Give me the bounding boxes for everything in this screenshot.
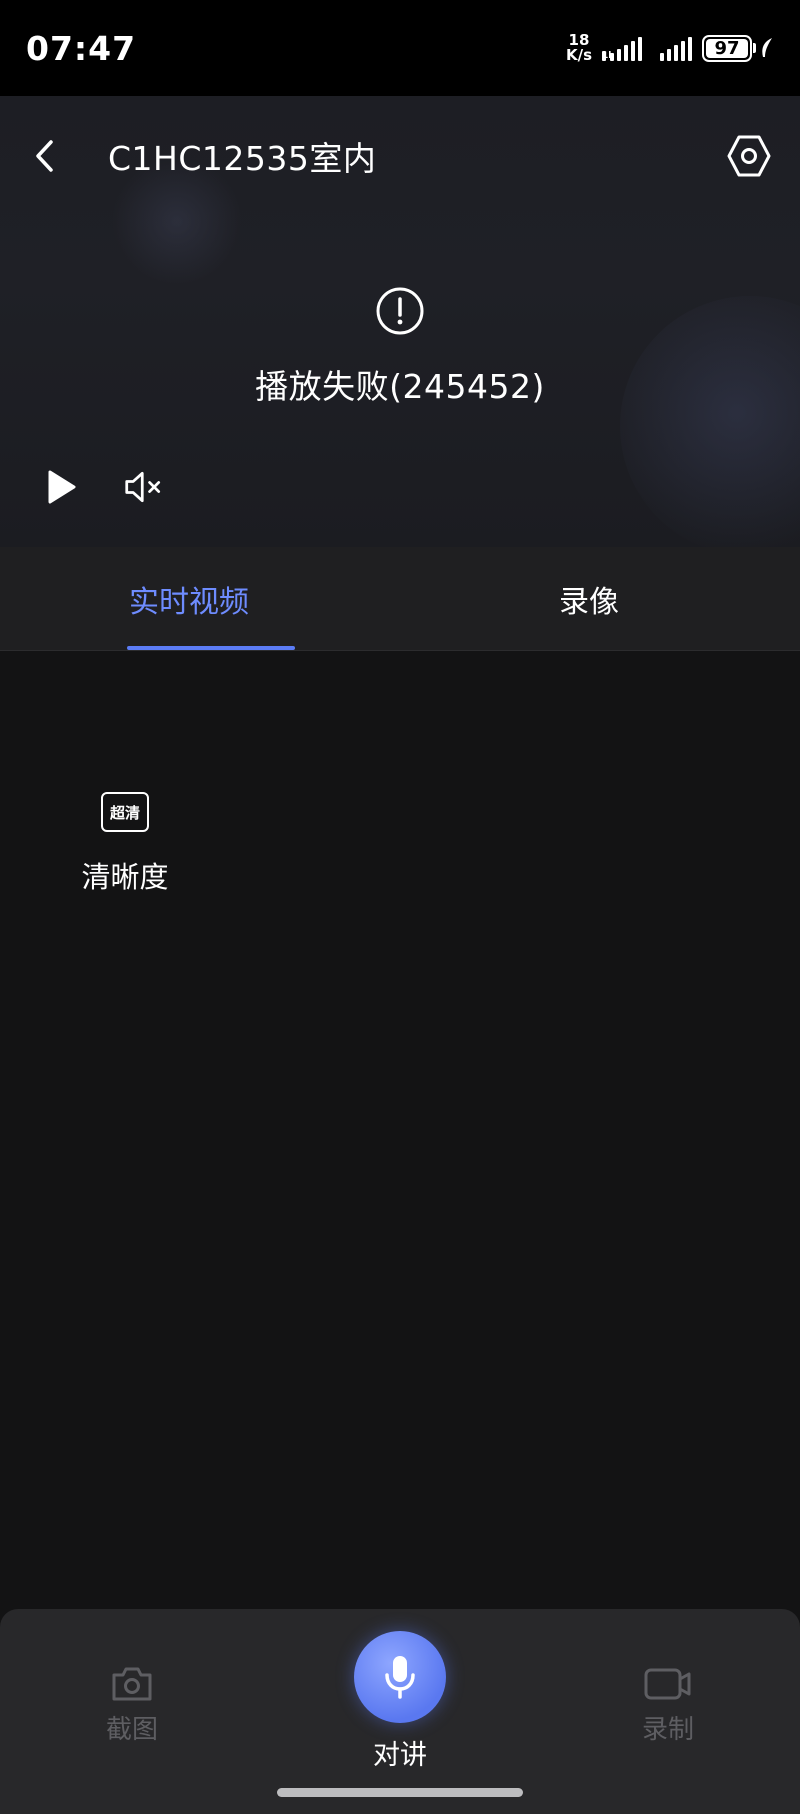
- network-speed: 18 K/s: [566, 33, 592, 63]
- tab-bar: 实时视频 录像: [0, 547, 800, 651]
- screenshot-button[interactable]: 截图: [72, 1665, 192, 1746]
- tab-live-video[interactable]: 实时视频: [0, 547, 378, 650]
- clarity-hd-icon: 超清: [101, 792, 149, 832]
- page-title: C1HC12535室内: [108, 139, 377, 178]
- back-button[interactable]: [26, 138, 62, 174]
- record-label: 录制: [641, 1715, 694, 1745]
- microphone-icon: [385, 1656, 415, 1699]
- camera-screen: 07:47 18 K/s 1l 97 C1HC12535室内 播放失败(2454…: [0, 0, 800, 1814]
- bottom-action-bar: 截图 对讲 录制: [0, 1609, 800, 1814]
- signal-strength-icon: [660, 35, 692, 61]
- live-video-panel: 超清 清晰度: [0, 652, 800, 1610]
- status-time: 07:47: [26, 28, 137, 68]
- camera-icon: [112, 1667, 152, 1701]
- record-button[interactable]: 录制: [608, 1665, 728, 1746]
- error-message: 播放失败(245452): [255, 367, 545, 406]
- signal-tag: 1l: [602, 51, 612, 61]
- settings-button[interactable]: [724, 131, 774, 181]
- mute-button[interactable]: [124, 466, 166, 508]
- signal-strength-icon: 1l: [602, 35, 642, 61]
- battery-icon: 97: [702, 34, 774, 62]
- chevron-left-icon: [36, 140, 53, 172]
- talk-label: 对讲: [373, 1740, 427, 1771]
- talk-button[interactable]: [354, 1631, 446, 1723]
- home-indicator[interactable]: [277, 1788, 523, 1797]
- video-player[interactable]: C1HC12535室内 播放失败(245452): [0, 96, 800, 547]
- play-button[interactable]: [40, 466, 82, 508]
- battery-level: 97: [706, 38, 748, 59]
- play-icon: [48, 470, 76, 504]
- volume-muted-icon: [125, 471, 161, 503]
- leaf-icon: [762, 38, 772, 57]
- tab-active-indicator: [127, 646, 295, 650]
- player-controls: [40, 466, 166, 508]
- clarity-button[interactable]: 超清 清晰度: [60, 792, 190, 896]
- video-camera-icon: [644, 1668, 691, 1700]
- network-speed-unit: K/s: [565, 46, 592, 64]
- screenshot-label: 截图: [105, 1715, 158, 1745]
- tab-label: 实时视频: [129, 584, 249, 620]
- tab-label: 录像: [559, 584, 619, 620]
- status-bar: 07:47 18 K/s 1l 97: [0, 0, 800, 96]
- tab-recordings[interactable]: 录像: [378, 547, 800, 650]
- clarity-label: 清晰度: [81, 860, 169, 894]
- talk-control: 对讲: [354, 1631, 446, 1772]
- playback-error: 播放失败(245452): [0, 286, 800, 408]
- error-alert-icon: [376, 287, 424, 335]
- status-indicators: 18 K/s 1l 97: [566, 33, 774, 63]
- settings-hexagon-icon: [727, 135, 771, 177]
- top-nav: C1HC12535室内: [0, 96, 800, 216]
